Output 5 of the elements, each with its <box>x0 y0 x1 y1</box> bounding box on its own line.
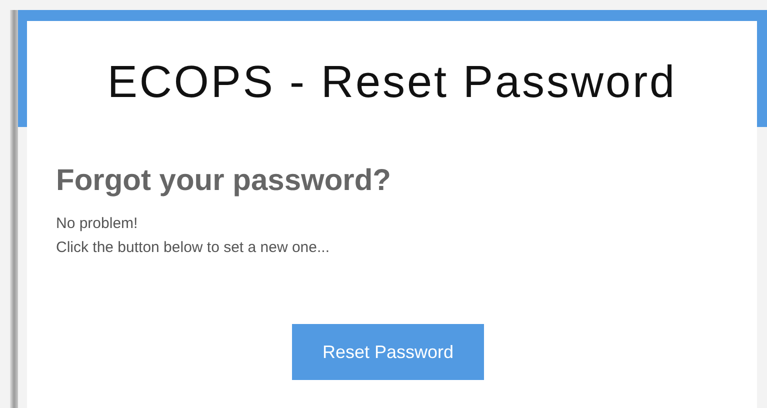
message-text: No problem! <box>56 214 138 234</box>
heading: Forgot your password? <box>56 163 392 199</box>
reset-password-button[interactable]: Reset Password <box>292 324 484 380</box>
message-text: Click the button below to set a new one... <box>56 238 330 258</box>
page-title: ECOPS - Reset Password <box>107 55 677 110</box>
